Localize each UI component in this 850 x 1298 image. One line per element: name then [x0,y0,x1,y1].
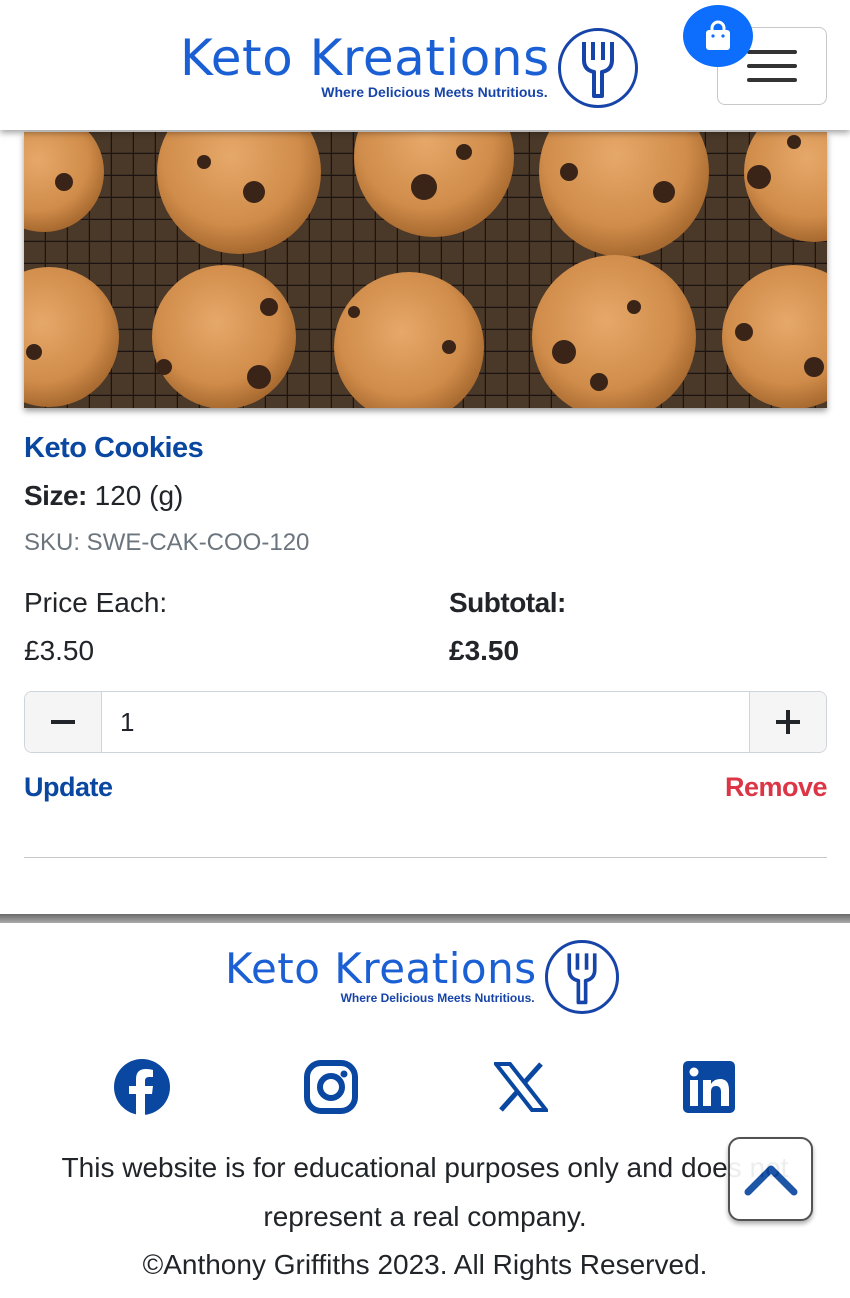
fork-icon [544,940,619,1014]
hamburger-line [747,78,797,82]
brand-logo[interactable]: Keto Kreations Where Delicious Meets Nut… [180,24,638,108]
cart-button[interactable] [683,5,753,67]
logo-tagline: Where Delicious Meets Nutritious. [321,84,548,100]
linkedin-icon [683,1061,735,1113]
shopping-bag-icon [706,20,730,50]
logo-text: Keto Kreations Where Delicious Meets Nut… [180,33,550,99]
linkedin-link[interactable] [680,1058,738,1116]
hamburger-line [747,64,797,68]
size-label: Size: [24,480,87,511]
footer-divider [0,914,850,923]
price-each-value: £3.50 [24,635,95,666]
remove-link[interactable]: Remove [725,772,828,803]
subtotal-label: Subtotal: [449,587,566,618]
facebook-icon [114,1059,170,1116]
size-value: 120 (g) [94,480,184,511]
x-twitter-icon [494,1062,548,1112]
facebook-link[interactable] [113,1058,171,1116]
disclaimer-line-1: This website is for educational purposes… [61,1152,789,1183]
footer-brand-logo[interactable]: Keto Kreations Where Delicious Meets Nut… [225,938,619,1014]
product-image [24,132,827,408]
minus-icon [51,720,75,724]
decrease-quantity-button[interactable] [25,692,102,752]
increase-quantity-button[interactable] [749,692,826,752]
plus-icon [776,710,800,734]
hamburger-menu-icon [747,50,797,54]
instagram-link[interactable] [302,1058,360,1116]
subtotal-value: £3.50 [449,635,520,666]
product-sku: SKU: SWE-CAK-COO-120 [24,529,310,556]
quantity-stepper [24,691,827,753]
update-link[interactable]: Update [24,772,113,803]
quantity-input[interactable] [102,692,749,752]
footer-logo-name: Keto Kreations [225,944,537,993]
product-title[interactable]: Keto Cookies [24,432,204,465]
x-link[interactable] [492,1058,550,1116]
chevron-up-icon [744,1165,797,1196]
footer-logo-text: Keto Kreations Where Delicious Meets Nut… [225,944,537,1005]
logo-name: Keto Kreations [180,29,550,87]
price-each-label: Price Each: [24,587,168,618]
divider [24,857,827,858]
copyright-text: ©Anthony Griffiths 2023. All Rights Rese… [142,1249,708,1280]
instagram-icon [304,1060,358,1114]
disclaimer-line-2: represent a real company. [263,1201,587,1232]
footer-logo-tagline: Where Delicious Meets Nutritious. [340,991,535,1005]
product-size: Size: 120 (g) [24,480,183,512]
back-to-top-button[interactable] [728,1137,813,1221]
fork-icon [557,28,638,108]
